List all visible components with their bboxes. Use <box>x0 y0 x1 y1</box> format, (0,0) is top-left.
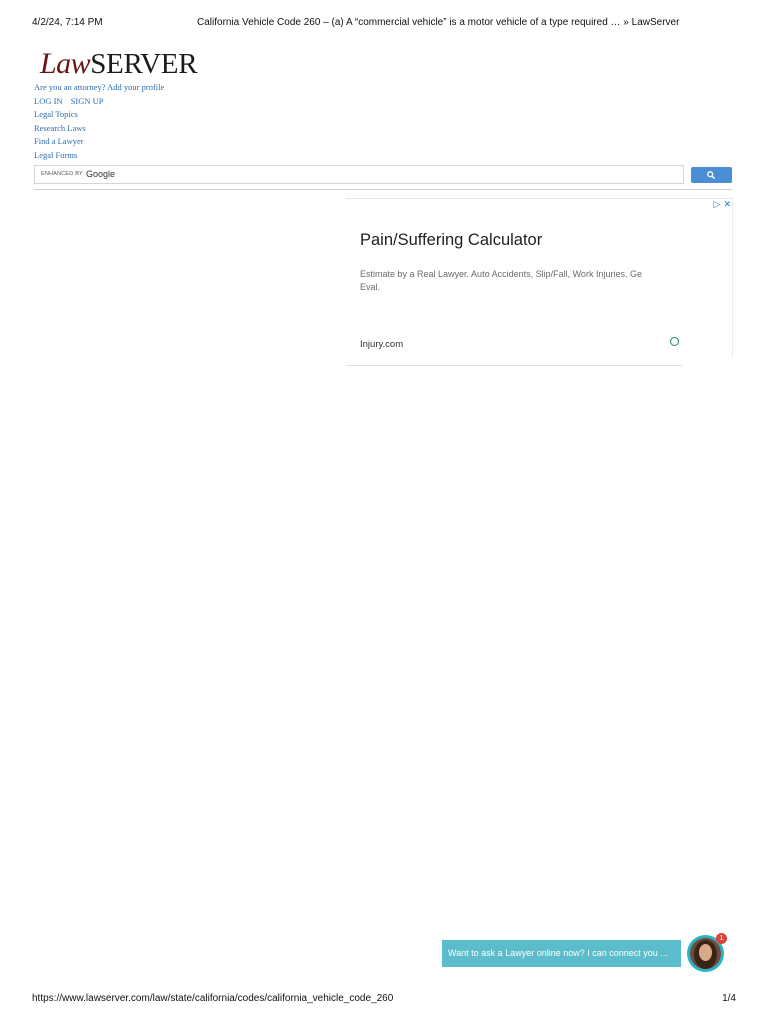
ad-banner[interactable]: ▷ ✕ Pain/Suffering Calculator Estimate by… <box>346 198 733 366</box>
site-nav: Are you an attorney? Add your profile LO… <box>34 81 164 163</box>
header-divider <box>34 189 732 190</box>
open-circle-icon[interactable] <box>670 337 679 346</box>
lawserver-logo[interactable]: Law SERVER <box>40 47 198 80</box>
logo-server: SERVER <box>90 48 198 80</box>
attorney-profile-link[interactable]: Are you an attorney? Add your profile <box>34 81 164 95</box>
close-icon[interactable]: ✕ <box>723 199 731 209</box>
signup-link[interactable]: SIGN UP <box>71 96 104 106</box>
notification-badge: 1 <box>716 933 727 944</box>
auth-links: LOG IN SIGN UP <box>34 95 164 109</box>
nav-legal-topics[interactable]: Legal Topics <box>34 108 164 122</box>
nav-find-lawyer[interactable]: Find a Lawyer <box>34 135 164 149</box>
enhanced-by-label: ENHANCED BY <box>41 171 83 177</box>
search-icon <box>707 171 715 179</box>
search-button[interactable] <box>691 167 732 183</box>
nav-research-laws[interactable]: Research Laws <box>34 122 164 136</box>
print-date: 4/2/24, 7:14 PM <box>32 17 103 28</box>
google-label: Google <box>86 169 116 179</box>
ad-top-border <box>346 198 732 199</box>
chat-prompt-bubble[interactable]: Want to ask a Lawyer online now? I can c… <box>442 940 681 967</box>
print-url: https://www.lawserver.com/law/state/cali… <box>32 993 394 1004</box>
ad-controls: ▷ ✕ <box>711 199 731 210</box>
ad-right-border <box>732 198 733 358</box>
ad-headline[interactable]: Pain/Suffering Calculator <box>360 231 542 250</box>
print-header: 4/2/24, 7:14 PM California Vehicle Code … <box>32 17 681 31</box>
nav-legal-forms[interactable]: Legal Forms <box>34 149 164 163</box>
search-input[interactable]: ENHANCED BY Google <box>34 165 684 184</box>
ad-domain[interactable]: Injury.com <box>360 339 403 350</box>
ad-description: Estimate by a Real Lawyer. Auto Accident… <box>360 269 642 292</box>
logo-law: Law <box>40 47 91 80</box>
login-link[interactable]: LOG IN <box>34 96 63 106</box>
avatar-photo <box>690 938 721 969</box>
print-page-number: 1/4 <box>722 993 736 1004</box>
print-page-title: California Vehicle Code 260 – (a) A “com… <box>197 17 680 28</box>
ad-bottom-border <box>346 365 682 366</box>
adchoices-icon[interactable]: ▷ <box>714 199 721 209</box>
